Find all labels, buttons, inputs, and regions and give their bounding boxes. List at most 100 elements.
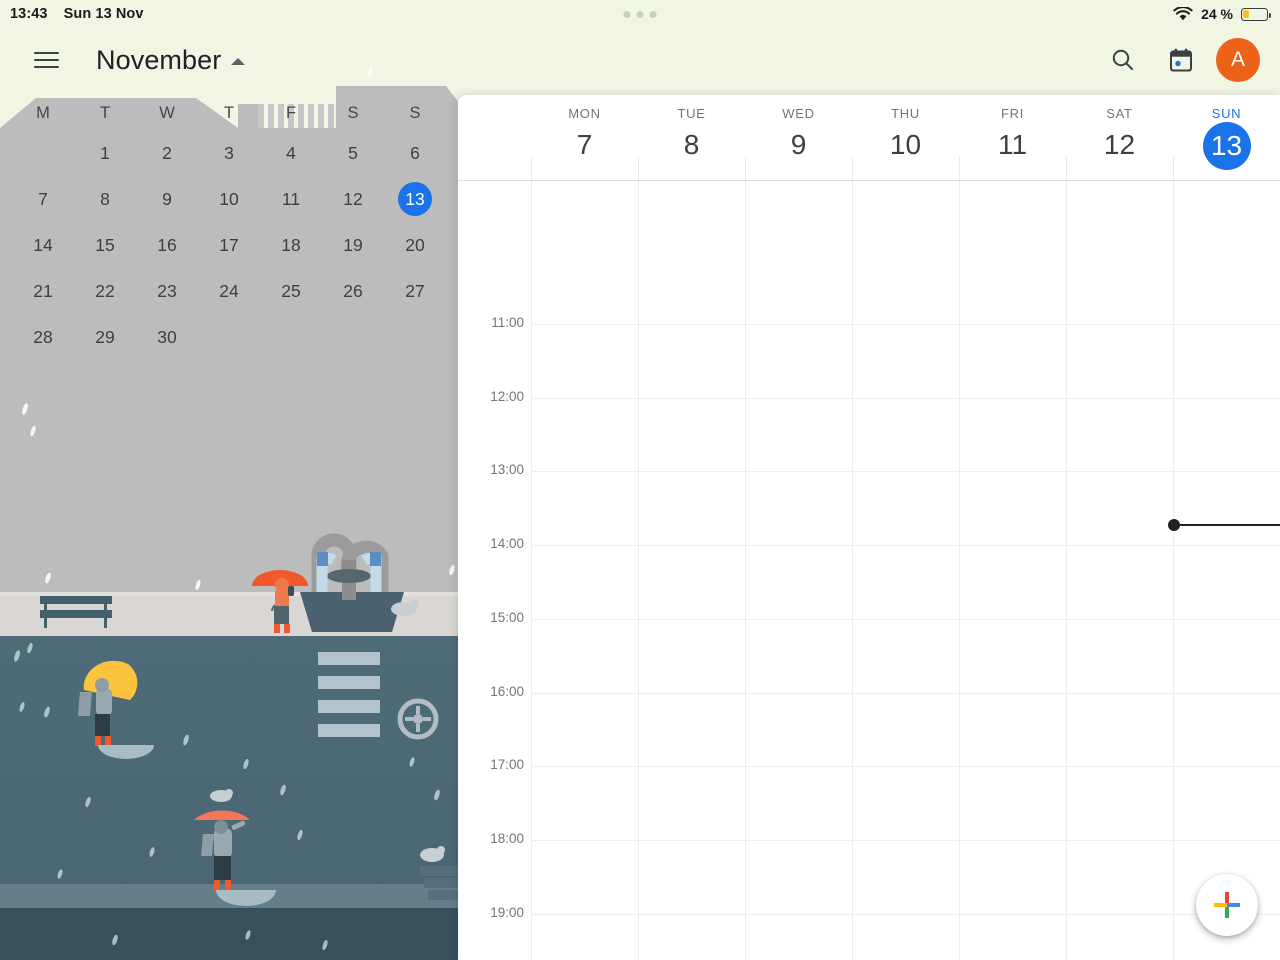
- mini-month-day-22[interactable]: 22: [74, 268, 136, 314]
- week-day-header: MON 7 TUE 8 WED 9 THU 10 FRI 11 SAT 12 SUN 13: [458, 95, 1280, 182]
- mini-month-grid: 1 2 3 4 5 6 7 8 9 10 11 12 13 14 15 16 17 18 19 20 21 22 23 24 2…: [12, 130, 446, 360]
- mini-month-day-18[interactable]: 18: [260, 222, 322, 268]
- mini-month-day-19[interactable]: 19: [322, 222, 384, 268]
- mini-month-weekday-3: T: [223, 103, 235, 122]
- mini-month-day-30[interactable]: 30: [136, 314, 198, 360]
- status-bar: 13:43 Sun 13 Nov 24 %: [0, 0, 1280, 28]
- mini-month-day-4[interactable]: 4: [260, 130, 322, 176]
- mini-month-day-7[interactable]: 7: [12, 176, 74, 222]
- hour-label: 15:00: [490, 609, 524, 625]
- mini-month-day-24[interactable]: 24: [198, 268, 260, 314]
- mini-month-day-label: 11: [281, 188, 301, 209]
- hour-label: 14:00: [490, 536, 524, 552]
- mini-month-day-27[interactable]: 27: [384, 268, 446, 314]
- hour-label: 19:00: [490, 904, 524, 920]
- hour-label: 12:00: [490, 388, 524, 404]
- mini-month-day-29[interactable]: 29: [74, 314, 136, 360]
- hour-gridline: [531, 913, 1280, 915]
- current-time-bar: [1173, 524, 1280, 527]
- mini-month-day-label: [336, 320, 370, 354]
- handle-dot: [636, 10, 644, 18]
- handle-dot: [649, 10, 657, 18]
- today-calendar-icon: [1170, 48, 1192, 71]
- hour-gridline: [531, 545, 1280, 547]
- mini-month-day-label: 21: [33, 280, 53, 301]
- mini-month-day-label: 2: [162, 142, 172, 163]
- mini-month-day-10[interactable]: 10: [198, 176, 260, 222]
- create-event-fab[interactable]: [1196, 874, 1258, 936]
- mini-month-weekday-5: S: [347, 103, 359, 122]
- mini-month-day-2[interactable]: 2: [136, 130, 198, 176]
- mini-month-day-label: 4: [286, 142, 296, 163]
- mini-month-day-28[interactable]: 28: [12, 314, 74, 360]
- mini-month-day-8[interactable]: 8: [74, 176, 136, 222]
- mini-month-day-label: 7: [38, 188, 48, 209]
- page-title: November: [96, 44, 222, 75]
- day-header-dow: WED: [782, 106, 815, 121]
- mini-month-day-12[interactable]: 12: [322, 176, 384, 222]
- mini-month-day-23[interactable]: 23: [136, 268, 198, 314]
- mini-month-day-17[interactable]: 17: [198, 222, 260, 268]
- day-header-dow: THU: [891, 106, 920, 121]
- mini-month-day-label: 25: [281, 280, 301, 301]
- mini-month-empty-cell: [322, 314, 384, 360]
- hour-label: 13:00: [490, 462, 524, 478]
- status-bar-right: 24 %: [1173, 6, 1271, 22]
- hour-gridline: [531, 618, 1280, 620]
- mini-month-day-25[interactable]: 25: [260, 268, 322, 314]
- hour-gridline: [531, 766, 1280, 768]
- mini-month-day-label: 3: [224, 142, 234, 163]
- mini-month-day-1[interactable]: 1: [74, 130, 136, 176]
- mini-month-empty-cell: [198, 314, 260, 360]
- mini-month-day-15[interactable]: 15: [74, 222, 136, 268]
- mini-month-day-label: 6: [410, 142, 420, 163]
- mini-month-day-label: 13: [398, 182, 432, 216]
- mini-month-day-9[interactable]: 9: [136, 176, 198, 222]
- week-view-panel: MON 7 TUE 8 WED 9 THU 10 FRI 11 SAT 12 SUN 13 11:00 12…: [458, 95, 1280, 960]
- mini-month-day-label: [26, 136, 60, 170]
- hour-label: 17:00: [490, 757, 524, 773]
- mini-month-empty-cell: [260, 314, 322, 360]
- hour-label: 11:00: [491, 315, 524, 330]
- day-header-dow: MON: [568, 106, 601, 121]
- mini-month-day-11[interactable]: 11: [260, 176, 322, 222]
- mini-month-day-13[interactable]: 13: [384, 176, 446, 222]
- mini-month-week-row: 1 2 3 4 5 6: [12, 130, 446, 176]
- mini-month-weekday-0: M: [36, 103, 50, 122]
- mini-month-day-14[interactable]: 14: [12, 222, 74, 268]
- mini-month-day-label: 18: [281, 234, 301, 255]
- mini-month-day-16[interactable]: 16: [136, 222, 198, 268]
- mini-month-day-label: 17: [219, 234, 239, 255]
- month-title-button[interactable]: November: [96, 44, 246, 76]
- mini-month-calendar: MTWTFSS 1 2 3 4 5 6 7 8 9 10 11 12 13 14 15 16 17 18 19 20 2…: [0, 96, 458, 360]
- hamburger-menu-icon[interactable]: [22, 36, 70, 84]
- mini-month-day-label: 22: [95, 280, 115, 301]
- day-header-dow: SUN: [1211, 106, 1242, 121]
- mini-month-day-20[interactable]: 20: [384, 222, 446, 268]
- mini-month-day-label: 29: [95, 326, 115, 347]
- header-column-separators: [458, 157, 1280, 181]
- mini-month-day-26[interactable]: 26: [322, 268, 384, 314]
- three-dots-handle[interactable]: [623, 10, 657, 18]
- hour-gridline: [531, 324, 1280, 325]
- today-button[interactable]: [1158, 37, 1204, 83]
- mini-month-day-label: 30: [157, 326, 177, 347]
- week-time-grid[interactable]: 11:00 12:00 13:00 14:00 15:00 16:00 17:00 18:00…: [458, 181, 1280, 960]
- avatar[interactable]: A: [1216, 38, 1260, 82]
- mini-month-day-label: 8: [100, 188, 110, 209]
- battery-icon: [1241, 7, 1271, 21]
- mini-month-day-label: 27: [405, 280, 425, 301]
- mini-month-day-21[interactable]: 21: [12, 268, 74, 314]
- day-header-dow: TUE: [677, 106, 706, 121]
- mini-month-day-6[interactable]: 6: [384, 130, 446, 176]
- hour-gridline: [531, 839, 1280, 841]
- day-header-dow: SAT: [1106, 106, 1133, 121]
- hour-gridline: [531, 692, 1280, 694]
- mini-month-day-3[interactable]: 3: [198, 130, 260, 176]
- battery-percent: 24 %: [1201, 6, 1233, 22]
- search-button[interactable]: [1100, 37, 1146, 83]
- handle-dot: [623, 10, 631, 18]
- mini-month-weekday-6: S: [409, 103, 421, 122]
- mini-month-day-5[interactable]: 5: [322, 130, 384, 176]
- hour-label: 16:00: [490, 683, 524, 699]
